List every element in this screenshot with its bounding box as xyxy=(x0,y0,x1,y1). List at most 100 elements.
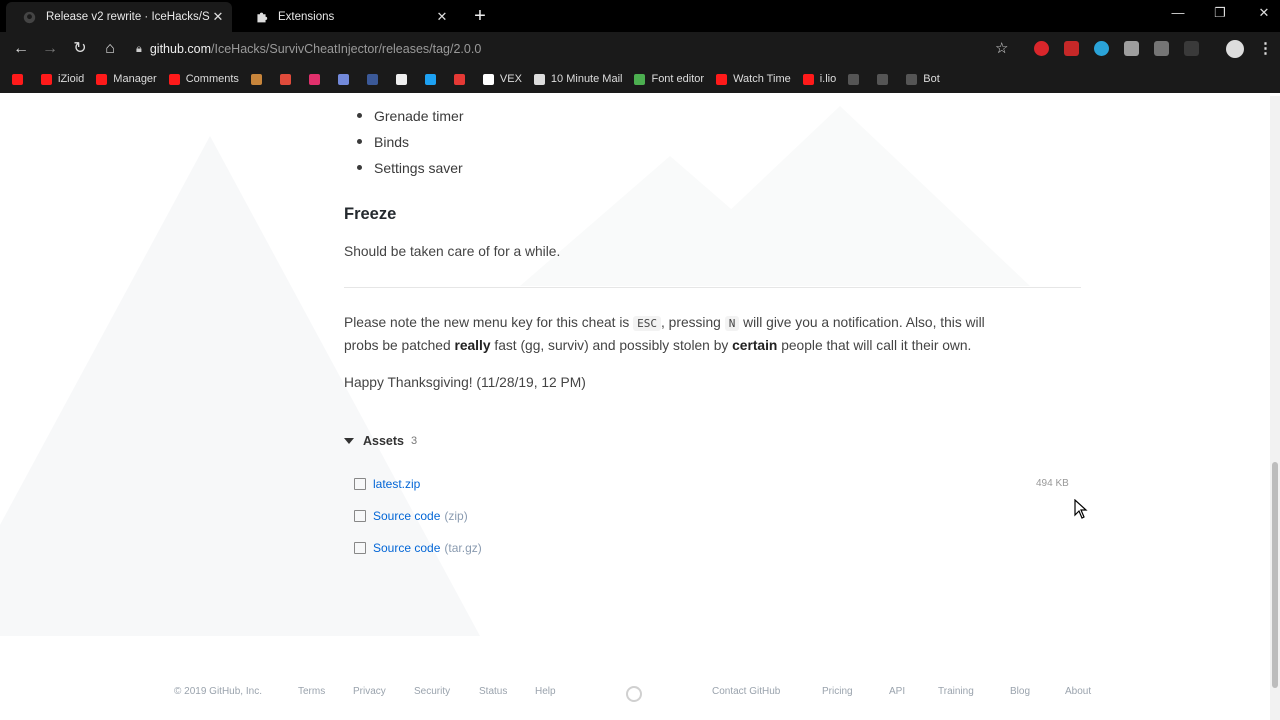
restore-icon[interactable]: ❐ xyxy=(1206,5,1234,21)
background-mountain xyxy=(650,106,1030,286)
url-host: github.com xyxy=(149,42,212,56)
bookmark-item[interactable]: Watch Time xyxy=(716,73,791,85)
tab-extensions[interactable]: Extensions ✕ xyxy=(238,2,456,32)
bookmark-item[interactable] xyxy=(848,73,865,85)
footer-link-contact[interactable]: Contact GitHub xyxy=(712,686,780,697)
bookmark-item[interactable]: Font editor xyxy=(634,73,704,85)
bookmark-favicon-icon xyxy=(906,73,918,85)
bookmark-favicon-icon xyxy=(337,73,349,85)
bookmark-item[interactable] xyxy=(337,73,355,85)
footer-link-security[interactable]: Security xyxy=(414,686,450,697)
bookmark-favicon-icon xyxy=(96,73,108,85)
bookmark-item[interactable] xyxy=(366,73,384,85)
footer-link-privacy[interactable]: Privacy xyxy=(353,686,386,697)
puzzle-icon xyxy=(254,10,268,24)
bookmark-item[interactable] xyxy=(279,73,297,85)
bookmark-favicon-icon xyxy=(877,73,889,85)
footer-link-terms[interactable]: Terms xyxy=(298,686,325,697)
back-icon[interactable]: ← xyxy=(10,38,32,60)
list-item: Binds xyxy=(356,132,463,158)
footer-link-api[interactable]: API xyxy=(889,686,905,697)
bookmark-favicon-icon xyxy=(634,73,646,85)
bookmark-favicon-icon xyxy=(533,73,545,85)
bookmark-favicon-icon xyxy=(279,73,291,85)
asset-source-targz[interactable]: Source code (tar.gz) xyxy=(354,541,482,555)
bookmark-item[interactable] xyxy=(424,73,442,85)
close-icon[interactable]: ✕ xyxy=(210,9,226,25)
bookmark-favicon-icon xyxy=(366,73,378,85)
menu-icon[interactable]: ⋮ xyxy=(1258,39,1273,57)
footer-copyright: © 2019 GitHub, Inc. xyxy=(174,686,262,697)
thanksgiving-note: Happy Thanksgiving! (11/28/19, 12 PM) xyxy=(344,375,586,390)
bookmark-star-icon[interactable]: ☆ xyxy=(995,39,1008,57)
bookmark-item[interactable]: Manager xyxy=(96,73,157,85)
bookmark-favicon-icon xyxy=(168,73,180,85)
reload-icon[interactable]: ↻ xyxy=(69,38,91,60)
bookmark-favicon-icon xyxy=(482,73,494,85)
bookmark-item[interactable] xyxy=(250,73,268,85)
bookmark-item[interactable] xyxy=(453,73,471,85)
bookmark-item[interactable]: 10 Minute Mail xyxy=(533,73,622,85)
profile-avatar[interactable] xyxy=(1226,40,1244,58)
lock-icon: 🔒︎ xyxy=(136,42,142,55)
github-logo-icon[interactable] xyxy=(626,686,642,702)
asset-latest-zip[interactable]: latest.zip xyxy=(354,477,420,491)
bookmark-label: i.lio xyxy=(819,73,837,85)
freeze-text: Should be taken care of for a while. xyxy=(344,244,561,259)
footer-link-status[interactable]: Status xyxy=(479,686,507,697)
extension-icon[interactable] xyxy=(1094,41,1109,56)
footer-link-about[interactable]: About xyxy=(1065,686,1091,697)
tab-title: Release v2 rewrite · IceHacks/Survi xyxy=(46,11,210,23)
extension-icon[interactable] xyxy=(1184,41,1199,56)
new-tab-button[interactable]: + xyxy=(470,5,490,28)
bookmark-item[interactable]: Comments xyxy=(168,73,239,85)
bookmark-item[interactable] xyxy=(395,73,413,85)
bookmark-item[interactable] xyxy=(308,73,326,85)
tab-release[interactable]: Release v2 rewrite · IceHacks/Survi ✕ xyxy=(6,2,232,32)
url-path: /IceHacks/SurvivCheatInjector/releases/t… xyxy=(211,42,482,56)
bookmark-item[interactable]: Bot xyxy=(906,73,940,85)
bookmark-favicon-icon xyxy=(453,73,465,85)
bookmark-item[interactable]: VEX xyxy=(482,73,522,85)
minimize-icon[interactable]: — xyxy=(1164,5,1192,20)
browser-toolbar: ← → ↻ ⌂ 🔒︎ github.com /IceHacks/SurvivCh… xyxy=(0,32,1280,65)
feature-list: Grenade timer Binds Settings saver xyxy=(356,106,463,184)
asset-size: 494 KB xyxy=(1036,478,1069,489)
bookmark-label: Bot xyxy=(923,73,940,85)
footer-link-blog[interactable]: Blog xyxy=(1010,686,1030,697)
list-item: Settings saver xyxy=(356,158,463,184)
bookmark-favicon-icon xyxy=(716,73,728,85)
extension-icon[interactable] xyxy=(1124,41,1139,56)
key-esc: ESC xyxy=(633,316,662,331)
bookmark-favicon-icon xyxy=(395,73,407,85)
asset-source-zip[interactable]: Source code (zip) xyxy=(354,509,468,523)
assets-toggle[interactable]: Assets 3 xyxy=(344,434,417,448)
package-icon xyxy=(354,478,366,490)
forward-icon[interactable]: → xyxy=(39,38,61,60)
extension-icon[interactable] xyxy=(1154,41,1169,56)
footer-link-training[interactable]: Training xyxy=(938,686,974,697)
close-icon[interactable]: ✕ xyxy=(434,9,450,25)
release-note: Please note the new menu key for this ch… xyxy=(344,315,985,353)
bookmark-label: VEX xyxy=(499,73,522,85)
bookmark-item[interactable]: i.lio xyxy=(802,73,837,85)
bookmark-item[interactable] xyxy=(877,73,894,85)
bookmark-favicon-icon xyxy=(424,73,436,85)
extension-icon[interactable] xyxy=(1064,41,1079,56)
bookmark-item[interactable]: iZioid xyxy=(41,73,84,85)
footer-link-pricing[interactable]: Pricing xyxy=(822,686,853,697)
bookmarks-bar: iZioid Manager Comments VEX 10 Minute Mail Fo… xyxy=(0,65,1280,93)
page-content xyxy=(0,96,1270,720)
bookmark-favicon-icon xyxy=(308,73,320,85)
bookmark-label: Watch Time xyxy=(733,73,791,85)
scrollbar-thumb[interactable] xyxy=(1272,462,1278,688)
bookmark-item[interactable] xyxy=(12,73,29,85)
bookmark-label: iZioid xyxy=(58,73,85,85)
bookmark-favicon-icon xyxy=(802,73,814,85)
address-bar[interactable]: 🔒︎ github.com /IceHacks/SurvivCheatInjec… xyxy=(136,36,1016,62)
footer-link-help[interactable]: Help xyxy=(535,686,556,697)
home-icon[interactable]: ⌂ xyxy=(99,38,121,60)
ublock-icon[interactable] xyxy=(1034,41,1049,56)
window-close-icon[interactable]: ✕ xyxy=(1250,5,1278,21)
caret-down-icon xyxy=(344,438,354,444)
